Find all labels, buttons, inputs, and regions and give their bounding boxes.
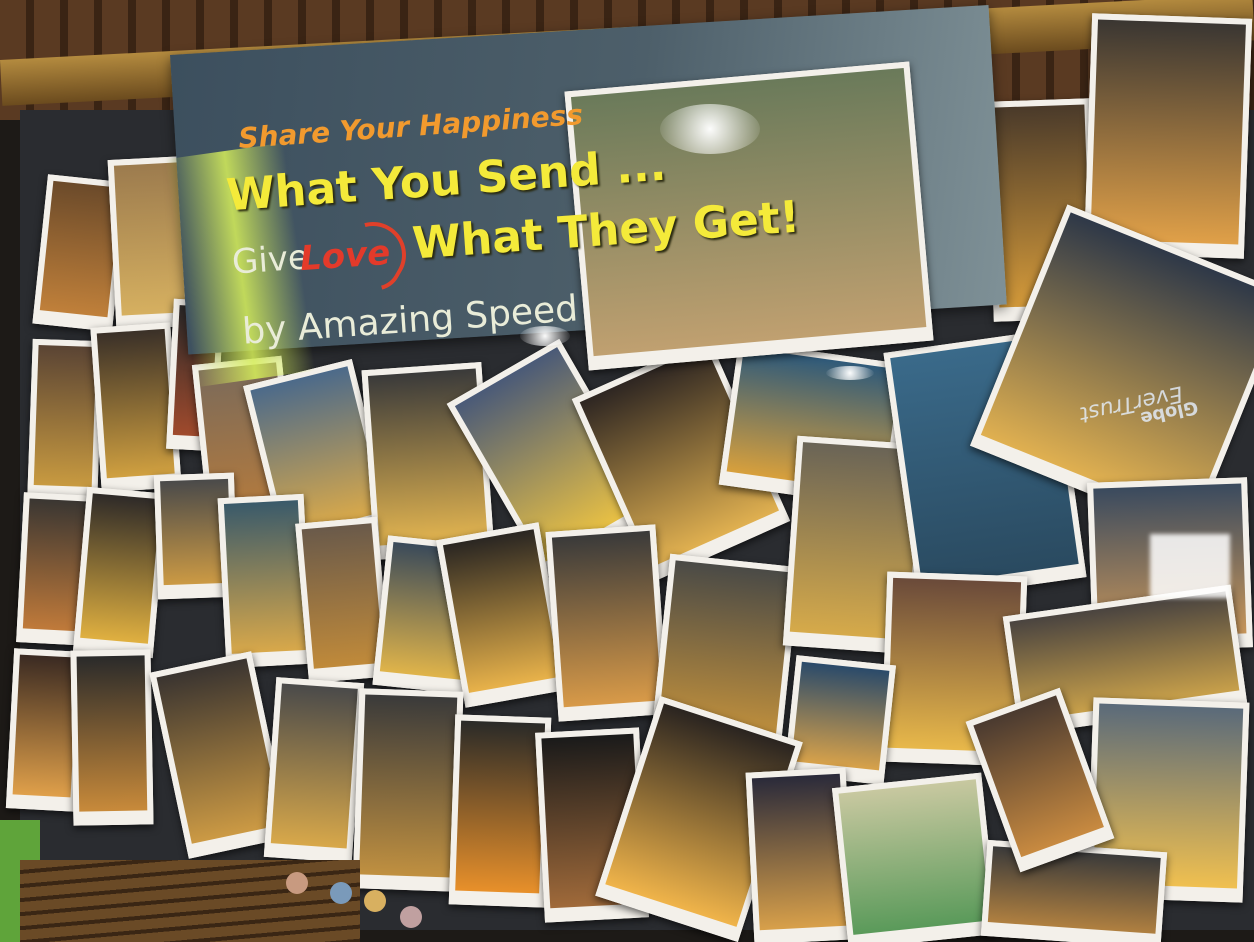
photo <box>352 688 464 892</box>
photo <box>217 493 313 669</box>
window-glare <box>1150 534 1230 598</box>
light-reflection <box>520 326 570 346</box>
photo-scene: Share Your Happiness What You Send ... G… <box>0 0 1254 942</box>
photo <box>545 524 669 722</box>
knob <box>364 890 386 912</box>
light-reflection <box>826 366 874 380</box>
photo <box>980 839 1168 942</box>
photo <box>263 677 365 863</box>
knob <box>330 882 352 904</box>
knob <box>400 906 422 928</box>
wooden-shelf <box>20 860 360 942</box>
photo <box>70 649 154 826</box>
ceiling-light-reflection <box>660 104 760 154</box>
photo <box>72 486 168 659</box>
knob <box>286 872 308 894</box>
photo <box>831 772 999 942</box>
photo <box>784 655 896 785</box>
photo <box>27 338 103 502</box>
